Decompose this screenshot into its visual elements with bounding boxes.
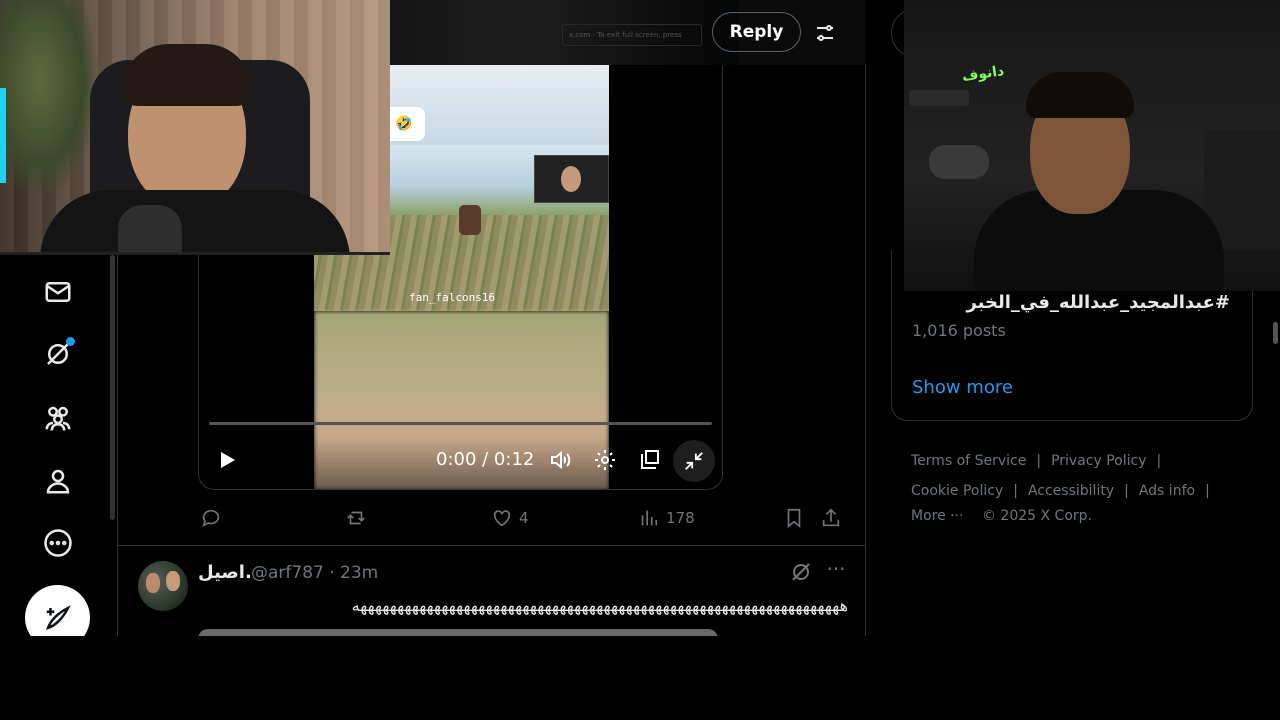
separator: |	[1036, 453, 1042, 469]
comment-icon	[202, 509, 220, 527]
fullscreen-hint: x.com - To exit full screen, press	[562, 24, 702, 46]
mail-icon	[45, 282, 71, 302]
video-time: 0:00 / 0:12	[436, 449, 535, 470]
show-more-link[interactable]: Show more	[912, 377, 1013, 398]
separator: |	[1124, 483, 1129, 499]
display-name[interactable]: اصيل.	[198, 562, 252, 583]
repost-action[interactable]	[345, 502, 367, 534]
nav-grok[interactable]	[36, 332, 80, 376]
video-progress-bar[interactable]	[209, 422, 712, 425]
share-action[interactable]	[820, 502, 842, 534]
avatar[interactable]	[138, 561, 188, 611]
video-watermark: fan_falcons16	[409, 291, 496, 304]
compose-post-button[interactable]	[25, 585, 90, 636]
footer-links: Terms of Service | Privacy Policy | Cookie …	[911, 446, 1251, 526]
separator: |	[1205, 483, 1210, 499]
trend-post-count: 1,016 posts	[912, 321, 1006, 340]
cookie-link[interactable]: Cookie Policy	[911, 483, 1003, 499]
minimize-icon	[685, 452, 703, 470]
tweet-media[interactable]	[198, 629, 718, 636]
volume-button[interactable]	[545, 440, 575, 480]
reply-action[interactable]	[200, 502, 222, 534]
tweet-text: هههههههههههههههههههههههههههههههههههههههه…	[351, 596, 848, 615]
cam1-hair	[122, 44, 252, 106]
cam2-hair	[1026, 72, 1134, 118]
letterbox-bottom	[0, 636, 1280, 720]
nav-profile[interactable]	[36, 459, 80, 503]
separator: |	[1013, 483, 1018, 499]
nav-messages[interactable]	[36, 270, 80, 314]
more-link[interactable]: More ···	[911, 508, 964, 524]
cam2-neon-logo: دانوف	[961, 63, 1006, 85]
separator: |	[1156, 453, 1162, 469]
video-pip-camera	[534, 155, 609, 203]
play-button[interactable]	[213, 440, 241, 480]
post-actions: 4 178	[198, 502, 848, 534]
communities-icon	[45, 406, 71, 431]
views-action[interactable]: 178	[638, 502, 695, 534]
ads-info-link[interactable]: Ads info	[1139, 483, 1195, 499]
bookmark-icon	[787, 508, 801, 529]
view-count: 178	[666, 509, 695, 527]
video-settings-button[interactable]	[590, 440, 620, 480]
video-rider	[459, 205, 481, 235]
privacy-link[interactable]: Privacy Policy	[1051, 453, 1146, 469]
feather-plus-icon	[45, 604, 71, 630]
play-icon	[221, 452, 235, 468]
analytics-icon	[641, 510, 658, 526]
bookmark-action[interactable]	[783, 502, 805, 534]
more-options-button[interactable]: ···	[823, 558, 849, 584]
reply-tweet[interactable]: اصيل. @arf787 · 23m ··· هههههههههههههههه…	[118, 546, 867, 636]
cam1-hoodie	[40, 190, 350, 252]
cam2-mic-arm	[909, 90, 969, 106]
grok-explain-button[interactable]	[789, 560, 815, 586]
share-icon	[822, 508, 840, 527]
webcam-overlay-left	[0, 0, 390, 255]
cam1-plant	[0, 0, 100, 200]
notification-dot	[66, 337, 75, 346]
nav-more[interactable]	[36, 521, 80, 565]
x-app: x.com - To exit full screen, press Reply…	[0, 0, 1280, 636]
profile-icon	[46, 469, 70, 494]
webcam-overlay-right: دانوف	[904, 0, 1280, 291]
right-scrollbar[interactable]	[1273, 322, 1278, 344]
accessibility-link[interactable]: Accessibility	[1028, 483, 1114, 499]
like-action[interactable]: 4	[491, 502, 529, 534]
repost-icon	[347, 511, 365, 525]
copyright: © 2025 X Corp.	[981, 508, 1092, 524]
reply-button[interactable]: Reply	[712, 12, 801, 52]
like-count: 4	[519, 509, 529, 527]
pip-icon	[641, 450, 659, 469]
cam1-microphone	[118, 205, 182, 252]
pip-button[interactable]	[635, 440, 665, 480]
exit-fullscreen-button[interactable]	[673, 440, 715, 482]
volume-icon	[551, 450, 571, 470]
heart-icon	[493, 510, 511, 527]
nav-communities[interactable]	[36, 396, 80, 440]
trend-hashtag[interactable]: #عبدالمجيد_عبدالله_في_الخبر	[966, 292, 1230, 313]
sliders-icon	[817, 25, 833, 41]
more-circle-icon	[44, 529, 72, 557]
gear-icon	[595, 450, 615, 470]
pip-face	[561, 166, 581, 192]
terms-link[interactable]: Terms of Service	[911, 453, 1026, 469]
cam1-accent-light	[0, 88, 6, 183]
handle-time[interactable]: @arf787 · 23m	[251, 563, 378, 583]
filter-settings-button[interactable]	[810, 18, 840, 48]
left-scrollbar[interactable]	[110, 255, 115, 520]
cam2-microphone	[929, 145, 989, 179]
grok-icon	[792, 563, 810, 581]
